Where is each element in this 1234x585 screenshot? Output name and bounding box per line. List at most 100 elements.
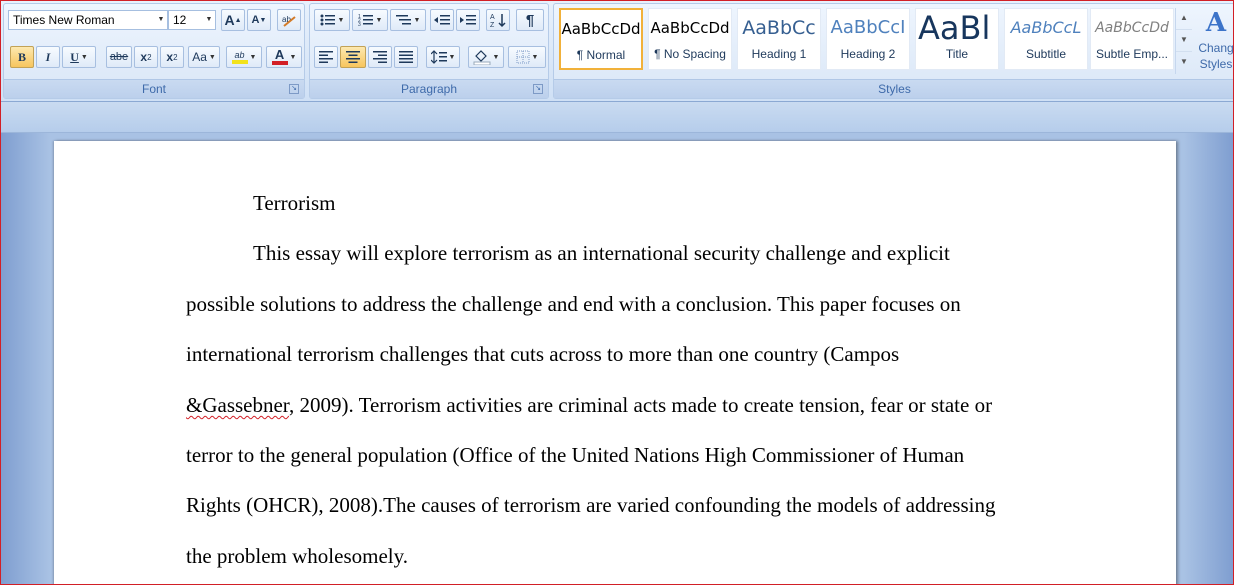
change-styles-button[interactable]: A Chang Styles	[1195, 6, 1233, 82]
styles-gallery-scroller[interactable]: ▲ ▼ ▼	[1175, 8, 1192, 74]
style-heading-1[interactable]: AaBbCc Heading 1	[737, 8, 821, 70]
bold-button[interactable]: B	[10, 46, 34, 68]
font-color-swatch	[271, 61, 288, 65]
dialog-launcher-icon[interactable]: ↘	[533, 84, 543, 94]
bullets-button[interactable]: ▼	[314, 9, 350, 31]
justify-button[interactable]	[394, 46, 418, 68]
paragraph-line: possible solutions to address the challe…	[186, 292, 961, 316]
align-right-button[interactable]	[368, 46, 392, 68]
paragraph-line-rest: , 2009). Terrorism activities are crimin…	[288, 393, 993, 417]
align-center-button[interactable]	[340, 46, 366, 68]
shrink-font-button[interactable]: A ▼	[247, 9, 271, 31]
subscript-button[interactable]: x2	[134, 46, 158, 68]
scroll-up-icon[interactable]: ▲	[1176, 8, 1192, 30]
strikethrough-icon: abe	[109, 51, 129, 63]
style-sample: AaBbCcDd	[561, 20, 641, 38]
justify-icon	[399, 51, 413, 63]
line-spacing-button[interactable]: ▼	[426, 46, 460, 68]
line-spacing-icon	[430, 50, 447, 64]
style-sample: AaBbCc	[742, 17, 816, 39]
svg-text:A: A	[490, 14, 495, 21]
style-sample: AaBbCcI	[830, 17, 906, 38]
italic-button[interactable]: I	[36, 46, 60, 68]
style-no-spacing[interactable]: AaBbCcDd ¶ No Spacing	[648, 8, 732, 70]
paragraph-group: ▼ 1 2 3 ▼ ▼ AZ ¶ ▼ ▼ ▼ Paragraph ↘	[309, 3, 549, 99]
grow-font-button[interactable]: A ▲	[221, 9, 245, 31]
style-name: ¶ Normal	[576, 48, 626, 62]
styles-group: AaBbCcDd ¶ Normal AaBbCcDd ¶ No Spacing …	[553, 3, 1233, 99]
increase-indent-button[interactable]	[456, 9, 480, 31]
chevron-down-icon[interactable]: ▼	[155, 11, 167, 29]
highlighter-icon: ab	[234, 50, 245, 60]
misspelled-word[interactable]: &Gassebner	[186, 393, 289, 417]
align-left-button[interactable]	[314, 46, 338, 68]
change-styles-icon: A	[1205, 8, 1227, 38]
ruler-strip	[1, 102, 1233, 133]
numbering-button[interactable]: 1 2 3 ▼	[352, 9, 388, 31]
subscript-icon: x	[140, 50, 148, 64]
style-title[interactable]: AaBl Title	[915, 8, 999, 70]
superscript-button[interactable]: x2	[160, 46, 184, 68]
style-name: Heading 1	[751, 47, 807, 61]
styles-group-caption: Styles	[554, 79, 1233, 98]
word-window: Times New Roman ▼ 12 ▼ A ▲ A ▼ ab B I U ▼	[0, 0, 1234, 585]
style-subtitle[interactable]: AaBbCcL Subtitle	[1004, 8, 1088, 70]
strikethrough-button[interactable]: abe	[106, 46, 132, 68]
style-sample: AaBbCcDd	[650, 19, 730, 37]
shading-button[interactable]: ▼	[468, 46, 504, 68]
style-heading-2[interactable]: AaBbCcI Heading 2	[826, 8, 910, 70]
style-subtle-emphasis[interactable]: AaBbCcDd Subtle Emp...	[1090, 8, 1174, 70]
superscript-icon: x	[166, 50, 174, 64]
align-left-icon	[319, 51, 333, 63]
sort-icon: AZ	[490, 14, 506, 28]
underline-button[interactable]: U ▼	[62, 46, 96, 68]
style-sample: AaBl	[918, 9, 991, 47]
align-center-icon	[346, 51, 360, 63]
align-right-icon	[373, 51, 387, 63]
show-formatting-marks-button[interactable]: ¶	[516, 9, 544, 31]
style-name: Subtitle	[1025, 47, 1067, 61]
font-size-combo[interactable]: 12 ▼	[168, 10, 216, 30]
increase-indent-icon	[460, 15, 476, 25]
numbering-icon: 123	[358, 14, 373, 27]
font-name-value: Times New Roman	[13, 13, 115, 27]
style-normal[interactable]: AaBbCcDd ¶ Normal	[559, 8, 643, 70]
document-area[interactable]: Terrorism This essay will explore terror…	[1, 133, 1233, 584]
style-name: Title	[945, 47, 969, 61]
paragraph-line: international terrorism challenges that …	[186, 342, 900, 366]
highlight-button[interactable]: ab ▼	[226, 46, 262, 68]
style-sample: AaBbCcL	[1010, 18, 1082, 37]
font-name-combo[interactable]: Times New Roman ▼	[8, 10, 168, 30]
svg-text:3: 3	[358, 22, 361, 27]
paragraph-group-caption: Paragraph	[310, 79, 548, 98]
font-group-caption: Font	[4, 79, 304, 98]
style-name: Subtle Emp...	[1095, 47, 1169, 61]
paragraph-line: Rights (OHCR), 2008).The causes of terro…	[186, 493, 996, 517]
change-case-button[interactable]: Aa ▼	[188, 46, 220, 68]
clear-formatting-icon: ab	[282, 15, 296, 27]
ribbon: Times New Roman ▼ 12 ▼ A ▲ A ▼ ab B I U ▼	[1, 1, 1233, 102]
paragraph-line: terror to the general population (Office…	[186, 443, 965, 467]
gallery-more-icon[interactable]: ▼	[1176, 52, 1192, 74]
change-case-icon: Aa	[192, 50, 207, 64]
decrease-indent-button[interactable]	[430, 9, 454, 31]
font-color-button[interactable]: A ▼	[266, 46, 302, 68]
chevron-down-icon[interactable]: ▼	[203, 11, 215, 29]
multilevel-list-button[interactable]: ▼	[390, 9, 426, 31]
style-sample: AaBbCcDd	[1095, 20, 1169, 36]
font-group: Times New Roman ▼ 12 ▼ A ▲ A ▼ ab B I U ▼	[3, 3, 305, 99]
svg-text:Z: Z	[490, 22, 495, 28]
sort-button[interactable]: AZ	[486, 9, 510, 31]
paint-bucket-icon	[473, 50, 491, 65]
font-size-value: 12	[173, 13, 187, 27]
document-page[interactable]: Terrorism This essay will explore terror…	[54, 141, 1176, 584]
multilevel-list-icon	[395, 15, 411, 25]
paragraph-line: the problem wholesomely.	[186, 544, 409, 568]
scroll-down-icon[interactable]: ▼	[1176, 30, 1192, 52]
style-name: Heading 2	[840, 47, 896, 61]
borders-button[interactable]: ▼	[508, 46, 546, 68]
shrink-font-icon: A	[251, 14, 260, 26]
grow-font-icon: A	[224, 12, 235, 28]
dialog-launcher-icon[interactable]: ↘	[289, 84, 299, 94]
clear-formatting-button[interactable]: ab	[277, 9, 301, 31]
